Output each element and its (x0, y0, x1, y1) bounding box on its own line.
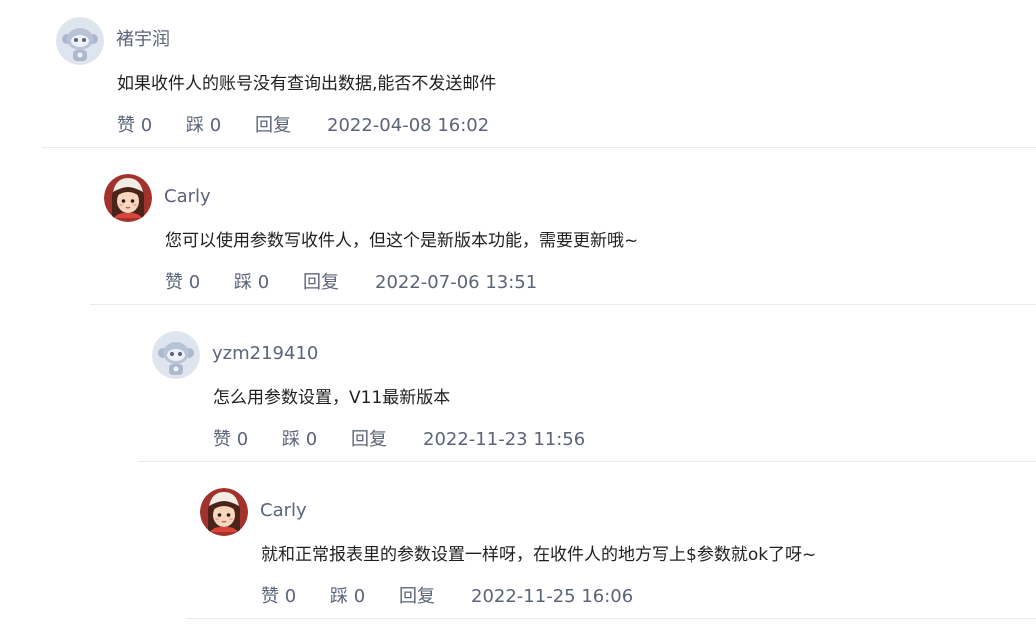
user-avatar[interactable] (104, 174, 152, 222)
girl-avatar-icon (200, 488, 248, 536)
comment-timestamp: 2022-07-06 13:51 (375, 272, 538, 293)
comment-divider (42, 147, 1036, 148)
comment-username[interactable]: yzm219410 (212, 343, 318, 365)
comment-item: Carly 就和正常报表里的参数设置一样呀，在收件人的地方写上$参数就ok了呀~… (186, 488, 1036, 619)
dislike-button[interactable]: 踩 0 (234, 272, 303, 294)
comment-actions: 赞 0踩 0 回复 2022-07-06 13:51 (165, 272, 537, 294)
robot-avatar-icon (56, 17, 104, 65)
comment-username[interactable]: Carly (164, 186, 211, 208)
dislike-button[interactable]: 踩 0 (282, 429, 351, 451)
like-button[interactable]: 赞 0 (165, 272, 234, 294)
user-avatar[interactable] (200, 488, 248, 536)
comment-timestamp: 2022-04-08 16:02 (327, 115, 490, 136)
comment-username[interactable]: Carly (260, 500, 307, 522)
reply-button[interactable]: 回复 (255, 115, 327, 137)
like-button[interactable]: 赞 0 (213, 429, 282, 451)
comment-text: 就和正常报表里的参数设置一样呀，在收件人的地方写上$参数就ok了呀~ (261, 545, 817, 565)
comment-divider (186, 618, 1036, 619)
comment-actions: 赞 0踩 0 回复 2022-11-25 16:06 (261, 586, 633, 608)
reply-button[interactable]: 回复 (351, 429, 423, 451)
comment-item: 褚宇润 如果收件人的账号没有查询出数据,能否不发送邮件 赞 0踩 0 回复 2022… (42, 17, 1036, 148)
reply-button[interactable]: 回复 (399, 586, 471, 608)
comment-username[interactable]: 褚宇润 (116, 29, 170, 51)
dislike-button[interactable]: 踩 0 (186, 115, 255, 137)
comment-text: 怎么用参数设置，V11最新版本 (213, 388, 451, 408)
like-button[interactable]: 赞 0 (117, 115, 186, 137)
comment-thread-page: { "comments": [ { "username": "褚宇润", "te… (0, 0, 1036, 636)
user-avatar[interactable] (152, 331, 200, 379)
user-avatar[interactable] (56, 17, 104, 65)
comment-item: yzm219410 怎么用参数设置，V11最新版本 赞 0踩 0 回复 2022-1… (138, 331, 1036, 462)
robot-avatar-icon (152, 331, 200, 379)
reply-button[interactable]: 回复 (303, 272, 375, 294)
comment-actions: 赞 0踩 0 回复 2022-11-23 11:56 (213, 429, 585, 451)
like-button[interactable]: 赞 0 (261, 586, 330, 608)
dislike-button[interactable]: 踩 0 (330, 586, 399, 608)
girl-avatar-icon (104, 174, 152, 222)
comment-text: 如果收件人的账号没有查询出数据,能否不发送邮件 (117, 74, 497, 94)
comment-divider (90, 304, 1036, 305)
comment-text: 您可以使用参数写收件人，但这个是新版本功能，需要更新哦~ (165, 231, 639, 251)
comment-timestamp: 2022-11-23 11:56 (423, 429, 586, 450)
comment-timestamp: 2022-11-25 16:06 (471, 586, 634, 607)
comment-divider (138, 461, 1036, 462)
comment-actions: 赞 0踩 0 回复 2022-04-08 16:02 (117, 115, 489, 137)
comment-item: Carly 您可以使用参数写收件人，但这个是新版本功能，需要更新哦~ 赞 0踩 … (90, 174, 1036, 305)
